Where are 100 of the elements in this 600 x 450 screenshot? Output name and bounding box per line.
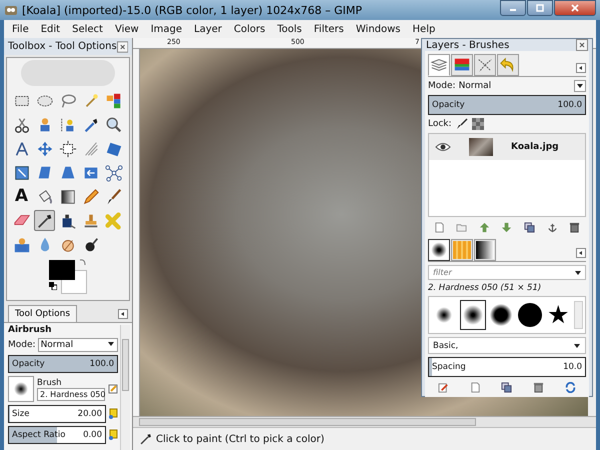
minimize-button[interactable] xyxy=(500,0,526,16)
mode-label: Mode: xyxy=(8,340,36,350)
close-icon[interactable] xyxy=(116,40,128,52)
opacity-slider[interactable]: Opacity 100.0 xyxy=(428,95,586,115)
brush-icon xyxy=(430,241,448,259)
layer-thumbnail xyxy=(469,138,493,156)
panel-title: Toolbox - Tool Options xyxy=(8,41,117,52)
slider-field[interactable]: Opacity 100.0 xyxy=(8,355,118,373)
brush-preview[interactable] xyxy=(8,376,34,402)
window-title: [Koala] (imported)-15.0 (RGB color, 1 layer) 1024x768 – GIMP xyxy=(22,4,363,16)
tool-name: Airbrush xyxy=(8,325,53,335)
slider-field[interactable]: Size 20.00 xyxy=(8,405,106,423)
app-icon xyxy=(4,3,18,17)
reset-icon[interactable] xyxy=(108,408,118,420)
tab-menu-icon[interactable] xyxy=(118,309,128,319)
brush-swatch[interactable] xyxy=(460,300,486,330)
slider-label: Opacity xyxy=(432,100,465,110)
slider-label: Spacing xyxy=(432,362,466,372)
crop-frame-icon xyxy=(58,140,76,158)
tab-menu-icon[interactable] xyxy=(576,63,586,73)
tool-button[interactable] xyxy=(57,138,78,159)
dropdown-arrow-icon xyxy=(107,340,115,348)
menu-item[interactable]: File xyxy=(12,24,29,34)
brush-name-field[interactable]: 2. Hardness 050 xyxy=(37,388,105,400)
trapezoid-icon xyxy=(58,164,76,182)
color-swatches-drawing[interactable] xyxy=(49,260,87,294)
duplicate-icon[interactable] xyxy=(501,382,512,392)
move-arrows-icon xyxy=(36,140,54,158)
tool-button[interactable]: A xyxy=(11,186,32,207)
slider-value: 20.00 xyxy=(78,409,102,419)
dock-tab[interactable] xyxy=(474,239,496,261)
paintbrush-icon[interactable] xyxy=(456,118,468,130)
tab-menu-icon[interactable] xyxy=(576,248,586,258)
mode-label: Mode: xyxy=(428,81,456,91)
down-arrow-icon[interactable] xyxy=(501,222,512,232)
slider-field[interactable]: Aspect Ratio 0.00 xyxy=(8,426,106,444)
filter-field[interactable]: filter xyxy=(428,265,586,280)
scrollbar[interactable] xyxy=(133,416,596,427)
layer-row[interactable]: Koala.jpg xyxy=(429,134,585,160)
slider-label: Aspect Ratio xyxy=(12,430,66,440)
maximize-icon xyxy=(535,4,545,12)
spacing-slider[interactable]: Spacing 10.0 xyxy=(428,357,586,377)
gradient-icon xyxy=(58,188,76,206)
up-arrow-icon[interactable] xyxy=(478,222,490,232)
reset-icon[interactable] xyxy=(108,429,118,441)
maximize-button[interactable] xyxy=(527,0,553,16)
menu-item[interactable]: Edit xyxy=(40,24,60,34)
edit-icon[interactable] xyxy=(438,382,450,392)
menu-item[interactable]: Tools xyxy=(277,24,302,34)
bandage-icon xyxy=(104,212,122,230)
slider-value: 100.0 xyxy=(90,359,114,369)
brush-label: Brush xyxy=(37,378,63,388)
scissors-icon xyxy=(12,116,30,134)
menu-item[interactable]: Select xyxy=(72,24,103,34)
figure-on-card-icon xyxy=(12,236,30,254)
pencil-icon xyxy=(82,188,100,206)
menu-item[interactable]: Layer xyxy=(194,24,222,34)
layers-stack-icon xyxy=(430,56,448,74)
lock-label: Lock: xyxy=(428,119,452,129)
layer-name: Koala.jpg xyxy=(511,142,559,152)
tool-button[interactable] xyxy=(34,210,55,231)
menu-item[interactable]: Help xyxy=(412,24,436,34)
mode-dropdown[interactable]: Normal xyxy=(38,338,118,352)
tool-options-tab[interactable]: Tool Options xyxy=(8,305,78,322)
scale-icon xyxy=(12,164,30,182)
path-figure-icon xyxy=(58,116,76,134)
menu-item[interactable]: Filters xyxy=(314,24,344,34)
checkerboard-icon[interactable] xyxy=(472,118,484,130)
close-icon[interactable] xyxy=(576,39,588,51)
slider-label: Opacity xyxy=(12,359,45,369)
menu-item[interactable]: Image xyxy=(150,24,182,34)
menu-item[interactable]: Colors xyxy=(234,24,266,34)
edit-icon[interactable] xyxy=(108,383,118,395)
brush-set-dropdown[interactable]: Basic, xyxy=(428,337,586,354)
new-page-icon[interactable] xyxy=(470,382,481,392)
dock-tab[interactable] xyxy=(428,239,450,261)
brush-name: 2. Hardness 050 (51 × 51) xyxy=(428,283,542,293)
dropdown-arrow-icon[interactable] xyxy=(574,268,582,276)
slider-value: 10.0 xyxy=(563,362,582,372)
trash-icon[interactable] xyxy=(569,222,580,232)
new-page-icon[interactable] xyxy=(434,222,445,232)
folder-icon[interactable] xyxy=(456,222,468,232)
close-button[interactable] xyxy=(554,0,596,16)
refresh-icon[interactable] xyxy=(564,382,576,392)
close-icon xyxy=(570,4,580,12)
eye-icon[interactable] xyxy=(435,142,451,152)
anchor-icon[interactable] xyxy=(546,222,558,232)
reset-colors-icon[interactable] xyxy=(49,282,57,290)
airbrush-icon xyxy=(36,212,54,230)
duplicate-icon[interactable] xyxy=(524,222,536,232)
trash-icon[interactable] xyxy=(533,382,544,392)
airbrush-icon xyxy=(139,432,153,446)
scrollbar[interactable] xyxy=(574,301,584,329)
gradient-icon xyxy=(476,241,494,259)
menu-item[interactable]: Windows xyxy=(356,24,401,34)
scrollbar[interactable] xyxy=(120,325,130,450)
menu-item[interactable]: View xyxy=(114,24,139,34)
mode-value: Normal xyxy=(458,81,492,91)
pattern-icon xyxy=(453,241,471,259)
dropdown-button[interactable] xyxy=(574,80,586,92)
